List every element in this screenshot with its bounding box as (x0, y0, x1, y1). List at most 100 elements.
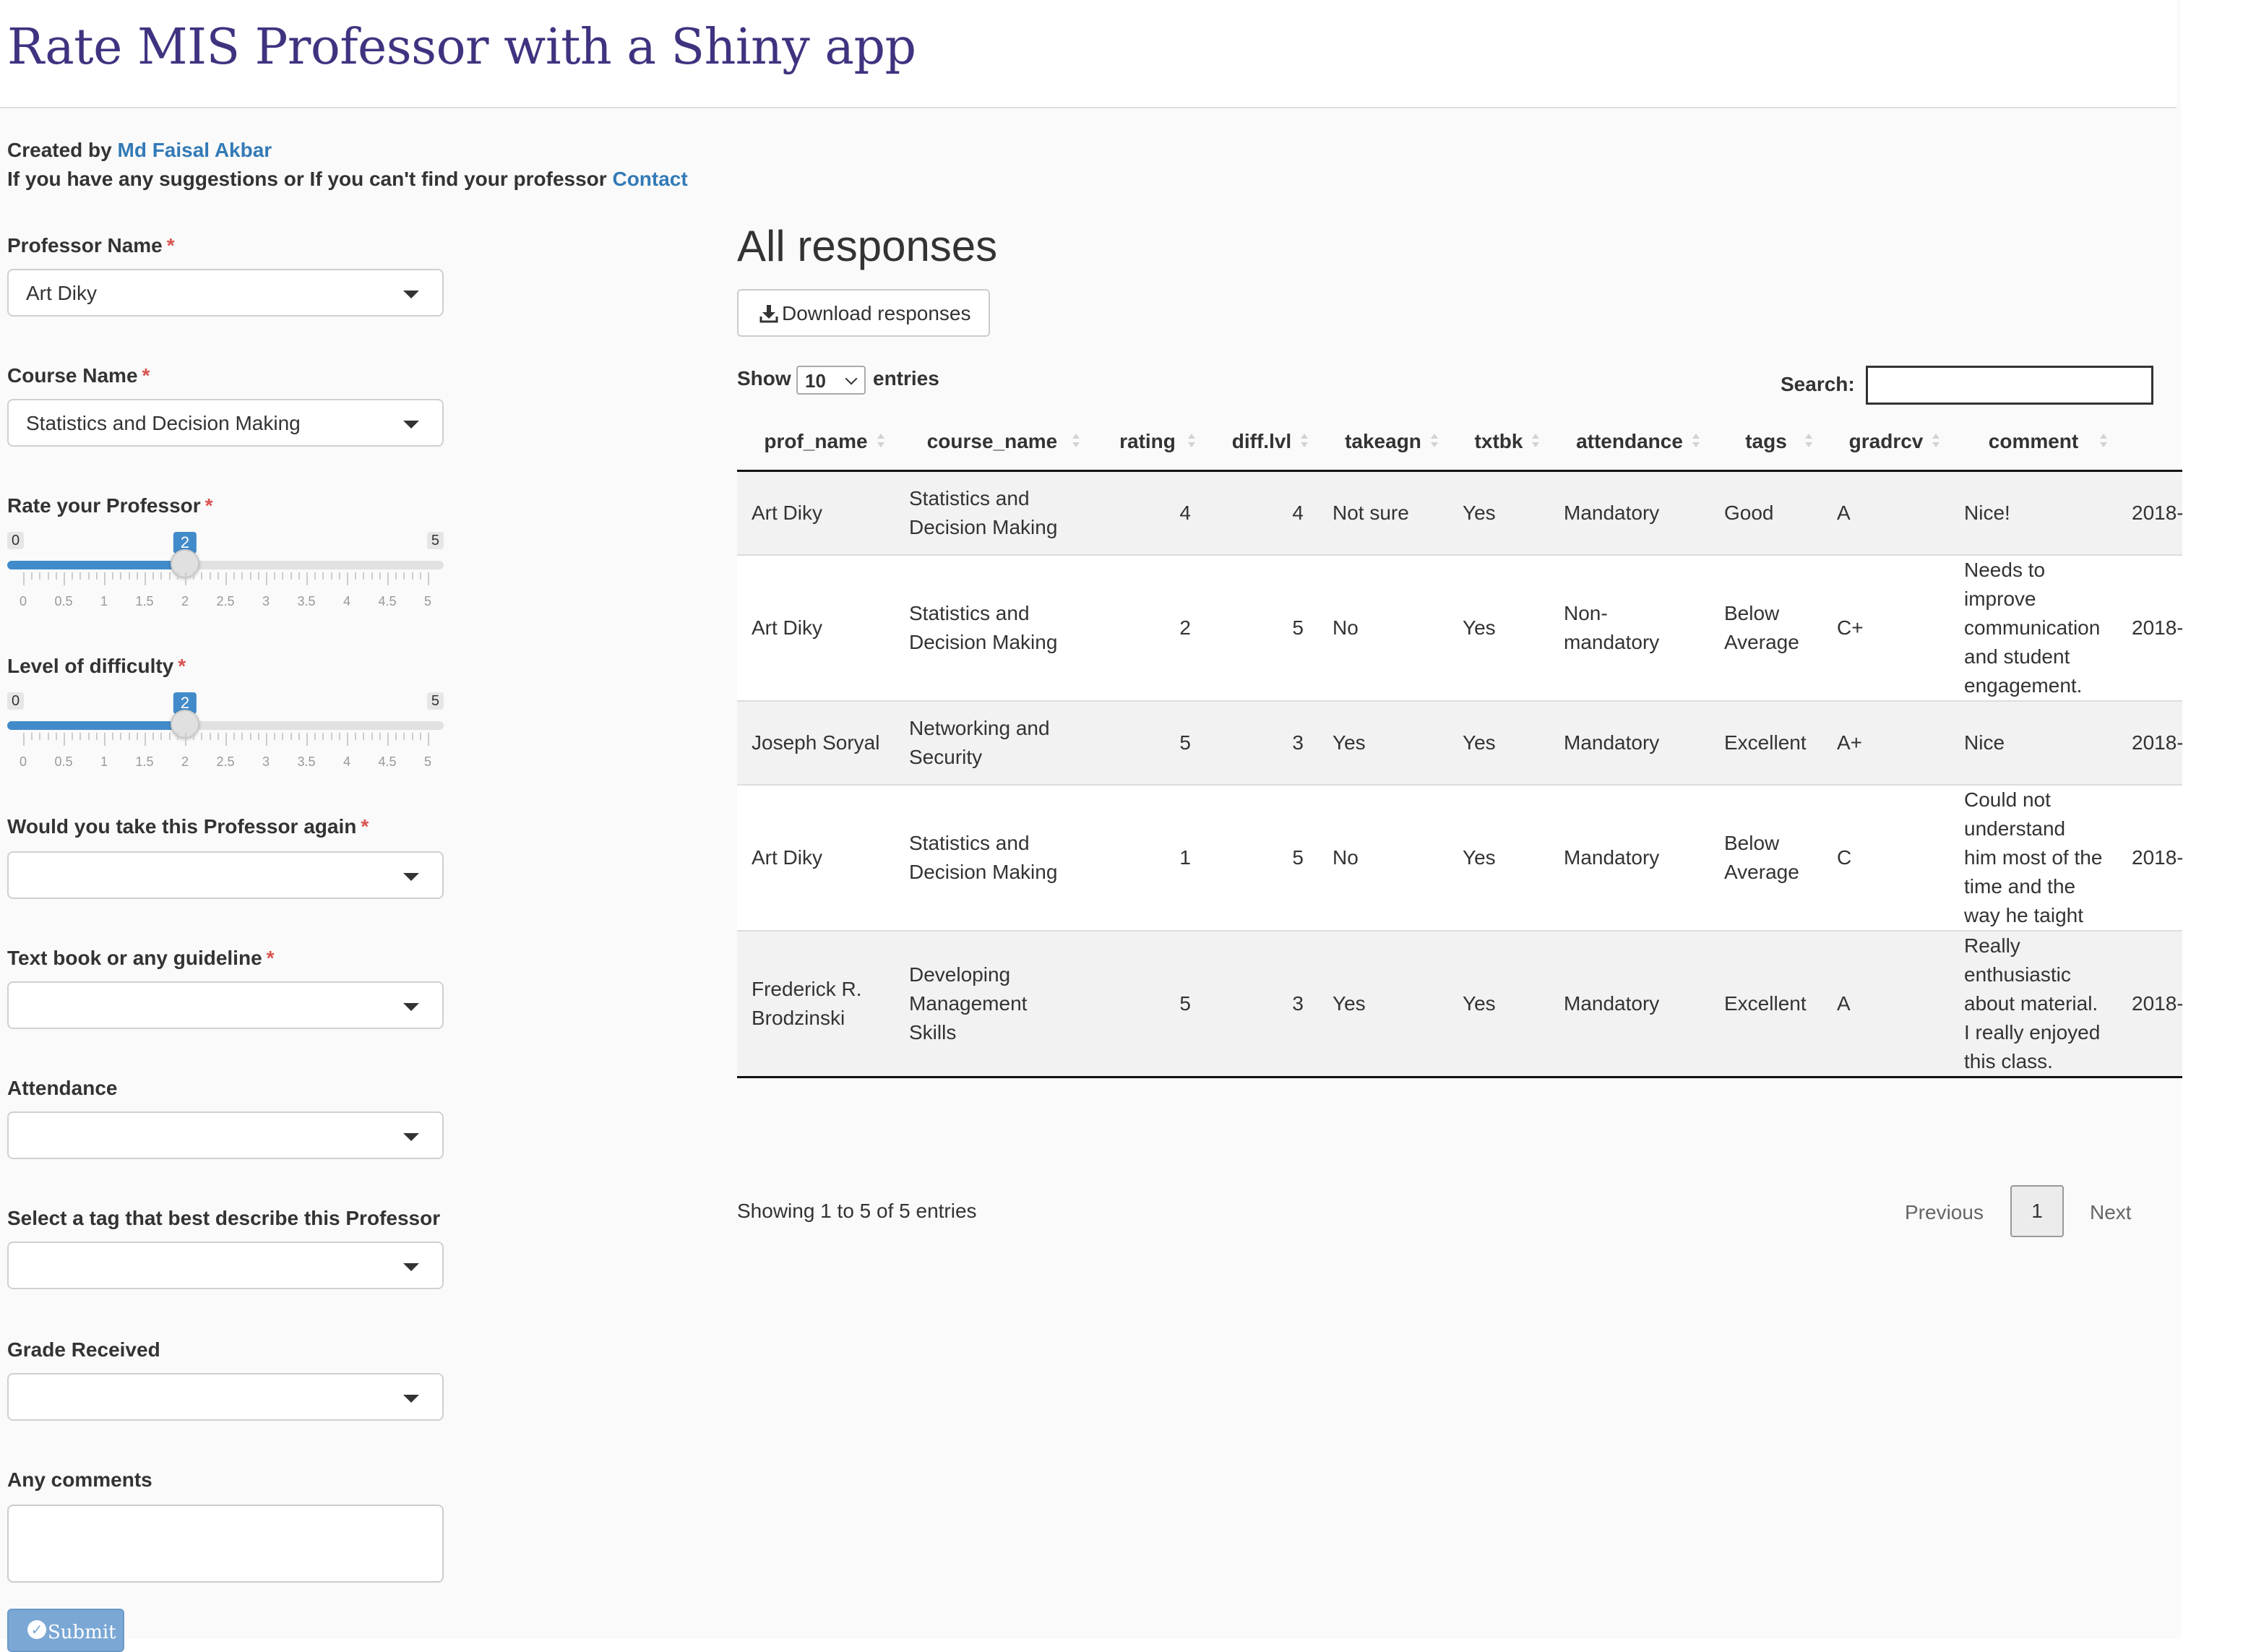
table-cell-comment: Nice (1950, 700, 2117, 785)
submit-label: Submit (48, 1622, 116, 1643)
table-cell-attendance: Non-mandatory (1549, 554, 1710, 701)
slider-minor-tick (47, 572, 49, 580)
slider-minor-tick (55, 572, 57, 580)
slider-tick-label: 4 (343, 594, 351, 608)
slider-minor-tick (363, 733, 365, 740)
slider-minor-tick (314, 733, 317, 740)
comments-label: Any comments (7, 1468, 152, 1491)
slider-major-tick (225, 733, 227, 746)
search-input[interactable] (1866, 366, 2153, 405)
slider-minor-tick (314, 572, 317, 580)
tag-select[interactable] (7, 1242, 444, 1289)
table-cell-timest: 2018-05-16T20: (2117, 554, 2182, 701)
slider-minor-tick (290, 733, 292, 740)
rate-professor-slider[interactable]: 0 5 2 0 0.5 1 1.5 2 2.5 3 3.5 4 4.5 5 (7, 532, 444, 633)
table-cell-gradrcv: A (1822, 470, 1950, 555)
column-header-txtbk[interactable]: txtbk (1448, 413, 1549, 472)
slider-major-tick (104, 572, 106, 585)
slider-minor-tick (338, 572, 340, 580)
column-header-attendance[interactable]: attendance (1549, 413, 1710, 472)
column-header-prof_name[interactable]: prof_name (737, 413, 895, 472)
table-cell-attendance: Mandatory (1549, 700, 1710, 785)
required-asterisk: * (166, 234, 175, 257)
slider-major-tick (266, 733, 267, 746)
table-cell-course_name: Statistics and Decision Making (895, 470, 1090, 555)
course-name-value: Statistics and Decision Making (26, 412, 301, 434)
sort-icon (877, 434, 884, 449)
author-link[interactable]: Md Faisal Akbar (118, 139, 272, 161)
slider-tick-label: 5 (423, 594, 432, 608)
table-row[interactable]: Frederick R. Brodzinski Developing Manage… (737, 929, 2182, 1078)
slider-min-label: 0 (7, 692, 25, 710)
slider-minor-tick (298, 572, 300, 580)
table-cell-takeagn: No (1318, 783, 1448, 931)
column-header-tags[interactable]: tags (1710, 413, 1822, 472)
slider-major-tick (387, 572, 389, 585)
table-cell-takeagn: Yes (1318, 929, 1448, 1078)
column-header-rating[interactable]: rating (1090, 413, 1205, 472)
tag-label: Select a tag that best describe this Pro… (7, 1207, 441, 1229)
table-row[interactable]: Art Diky Statistics and Decision Making 1 5… (737, 783, 2182, 931)
table-cell-course_name: Statistics and Decision Making (895, 554, 1090, 701)
pagination-next[interactable]: Next (2090, 1201, 2132, 1224)
slider-minor-tick (338, 733, 340, 740)
slider-major-tick (145, 572, 146, 585)
attendance-select[interactable] (7, 1111, 444, 1159)
table-cell-rating: 1 (1090, 783, 1205, 931)
professor-name-select[interactable]: Art Diky (7, 269, 444, 317)
slider-minor-tick (371, 572, 373, 580)
column-header-diff-lvl[interactable]: diff.lvl (1205, 413, 1318, 472)
column-header-comment[interactable]: comment (1950, 413, 2117, 472)
required-asterisk: * (142, 364, 150, 387)
column-header-timest[interactable]: timest (2117, 413, 2182, 472)
slider-minor-tick (95, 733, 98, 740)
slider-minor-tick (282, 572, 284, 580)
slider-minor-tick (55, 733, 57, 740)
show-label: Show (737, 367, 791, 390)
table-row[interactable]: Art Diky Statistics and Decision Making 2 5… (737, 554, 2182, 701)
slider-minor-tick (39, 572, 41, 580)
slider-minor-tick (241, 572, 244, 580)
table-cell-course_name: Networking and Security (895, 700, 1090, 785)
slider-minor-tick (160, 572, 163, 580)
table-cell-course_name: Statistics and Decision Making (895, 783, 1090, 931)
professor-name-value: Art Diky (26, 282, 97, 304)
take-again-select[interactable] (7, 851, 444, 899)
slider-minor-tick (363, 572, 365, 580)
pagination-previous[interactable]: Previous (1905, 1201, 1984, 1224)
slider-minor-tick (290, 572, 292, 580)
contact-link[interactable]: Contact (612, 168, 687, 190)
slider-minor-tick (411, 572, 413, 580)
download-responses-button[interactable]: Download responses (737, 289, 990, 337)
page-length-select[interactable]: 10 (796, 366, 866, 395)
table-cell-tags: Below Average (1710, 783, 1822, 931)
table-cell-txtbk: Yes (1448, 554, 1549, 701)
difficulty-slider[interactable]: 0 5 2 0 0.5 1 1.5 2 2.5 3 3.5 4 4.5 5 (7, 692, 444, 793)
slider-min-label: 0 (7, 532, 25, 549)
page-length-value: 10 (805, 370, 826, 392)
table-cell-txtbk: Yes (1448, 783, 1549, 931)
slider-minor-tick (217, 733, 219, 740)
column-header-label: course_name (926, 430, 1058, 452)
sort-icon (1805, 434, 1812, 449)
suggestion-line: If you have any suggestions or If you ca… (7, 168, 688, 191)
column-header-course_name[interactable]: course_name (895, 413, 1090, 472)
table-cell-attendance: Mandatory (1549, 783, 1710, 931)
course-name-select[interactable]: Statistics and Decision Making (7, 399, 444, 447)
column-header-takeagn[interactable]: takeagn (1318, 413, 1448, 472)
submit-button[interactable]: ✓ Submit (7, 1609, 124, 1652)
table-cell-gradrcv: A+ (1822, 700, 1950, 785)
column-header-label: comment (1988, 430, 2079, 452)
column-header-label: rating (1119, 430, 1176, 452)
table-row[interactable]: Joseph Soryal Networking and Security 5 3 Ye… (737, 700, 2182, 785)
column-header-gradrcv[interactable]: gradrcv (1822, 413, 1950, 472)
pagination-page-1[interactable]: 1 (2010, 1185, 2064, 1237)
table-row[interactable]: Art Diky Statistics and Decision Making 4 4… (737, 470, 2182, 555)
comments-textarea[interactable] (7, 1505, 444, 1583)
slider-tick-label: 0.5 (54, 594, 73, 608)
grade-select[interactable] (7, 1373, 444, 1421)
slider-minor-tick (168, 572, 171, 580)
slider-minor-tick (419, 733, 421, 740)
textbook-select[interactable] (7, 981, 444, 1029)
slider-minor-tick (79, 733, 82, 740)
